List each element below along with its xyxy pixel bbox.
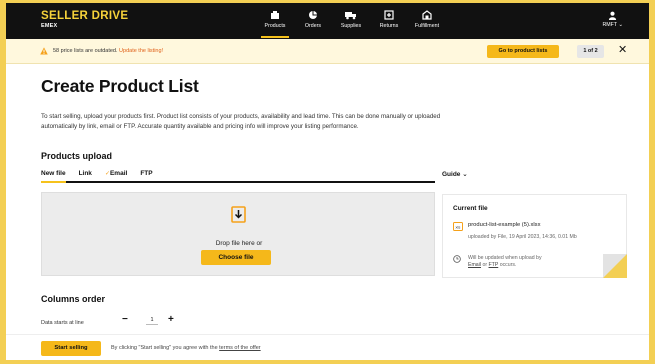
- user-icon: [609, 11, 617, 20]
- clock-icon: [453, 255, 461, 263]
- terms-text: By clicking "Start selling" you agree wi…: [111, 345, 261, 351]
- banner-pager[interactable]: 1 of 2: [577, 45, 604, 58]
- file-drop-zone[interactable]: Drop file here or Choose file: [41, 192, 435, 276]
- chevron-down-icon: ⌄: [462, 171, 468, 178]
- orders-icon: [309, 11, 317, 19]
- terms-of-offer-link[interactable]: terms of the offer: [219, 345, 260, 351]
- brand-title: SELLER DRIVE: [41, 10, 129, 22]
- brand-subtitle: EMEX: [41, 23, 58, 29]
- ftp-link[interactable]: FTP: [489, 262, 499, 268]
- download-file-icon: [231, 206, 246, 223]
- footer-bar: Start selling By clicking "Start selling…: [6, 334, 649, 360]
- warning-icon: [40, 47, 48, 55]
- tab-label: Email: [109, 170, 128, 177]
- tab-new-file[interactable]: New file: [41, 169, 66, 183]
- xlsx-file-icon: xls: [453, 222, 463, 231]
- nav-item-orders[interactable]: Orders: [294, 10, 332, 38]
- update-listing-link[interactable]: Update the listing!: [119, 48, 163, 54]
- nav-label: Returns: [379, 23, 399, 29]
- tab-label: FTP: [140, 170, 153, 177]
- update-note-prefix: Will be updated when upload by: [468, 255, 542, 261]
- warehouse-icon: [422, 10, 432, 20]
- start-selling-button[interactable]: Start selling: [41, 341, 101, 356]
- page-fold-decoration: [603, 254, 627, 278]
- go-to-product-lists-button[interactable]: Go to product lists: [487, 45, 559, 58]
- terms-prefix: By clicking "Start selling" you agree wi…: [111, 345, 218, 351]
- user-label: RMFT: [602, 22, 618, 28]
- upload-tabs: New file Link ✓Email FTP: [41, 169, 435, 183]
- current-file-title: Current file: [453, 205, 488, 212]
- nav-label: Products: [264, 23, 286, 29]
- page: SELLER DRIVE EMEX Products Orders Suppli…: [6, 3, 649, 360]
- brand-logo[interactable]: SELLER DRIVE EMEX: [41, 10, 128, 29]
- update-note-suffix: occurs.: [499, 262, 517, 268]
- tab-label: New file: [41, 170, 66, 177]
- choose-file-button[interactable]: Choose file: [201, 250, 271, 265]
- banner-text: 58 price lists are outdated.: [53, 48, 118, 54]
- columns-order-heading: Columns order: [41, 294, 106, 304]
- drop-file-text: Drop file here or: [215, 240, 263, 247]
- data-start-line-stepper: − 1 +: [120, 314, 182, 328]
- products-upload-heading: Products upload: [41, 151, 113, 161]
- tab-email[interactable]: ✓Email: [105, 169, 127, 181]
- intro-text: To start selling, upload your products f…: [41, 113, 441, 130]
- current-file-upload-info: uploaded by File, 19 April 2023, 14:36, …: [468, 234, 577, 240]
- guide-label: Guide: [442, 171, 461, 178]
- top-navigation-bar: SELLER DRIVE EMEX Products Orders Suppli…: [6, 3, 649, 39]
- decrement-button[interactable]: −: [122, 314, 128, 326]
- update-note-or: or: [482, 262, 488, 268]
- outdated-lists-banner: 58 price lists are outdated. Update the …: [6, 39, 649, 64]
- tab-link[interactable]: Link: [79, 169, 92, 181]
- user-menu[interactable]: RMFT ⌄: [602, 11, 623, 28]
- nav-item-products[interactable]: Products: [256, 10, 294, 38]
- tab-label: Link: [78, 170, 92, 177]
- tab-ftp[interactable]: FTP: [140, 169, 152, 181]
- data-start-line-value[interactable]: 1: [146, 317, 158, 325]
- nav-item-returns[interactable]: Returns: [370, 10, 408, 38]
- main-nav: Products Orders Supplies Returns Fulfill…: [256, 10, 446, 38]
- increment-button[interactable]: +: [168, 314, 174, 326]
- banner-message: 58 price lists are outdated. Update the …: [53, 48, 163, 54]
- close-icon[interactable]: ✕: [618, 45, 627, 56]
- nav-label: Supplies: [340, 23, 362, 29]
- returns-icon: [384, 10, 394, 20]
- current-file-name: product-list-example (5).xlsx: [468, 222, 541, 228]
- page-title: Create Product List: [41, 76, 199, 96]
- current-file-card: Current file xls product-list-example (5…: [442, 194, 627, 278]
- guide-dropdown[interactable]: Guide ⌄: [442, 170, 468, 178]
- svg-text:xls: xls: [456, 225, 461, 230]
- nav-item-supplies[interactable]: Supplies: [332, 10, 370, 38]
- data-starts-label: Data starts at line: [41, 320, 84, 326]
- truck-icon: [345, 12, 356, 20]
- products-icon: [271, 11, 279, 19]
- nav-item-fulfillment[interactable]: Fulfillment: [408, 10, 446, 38]
- update-note: Will be updated when upload by Email or …: [468, 255, 578, 269]
- email-link[interactable]: Email: [468, 262, 481, 268]
- nav-label: Orders: [304, 23, 322, 29]
- nav-label: Fulfillment: [414, 23, 440, 29]
- chevron-down-icon: ⌄: [618, 22, 623, 28]
